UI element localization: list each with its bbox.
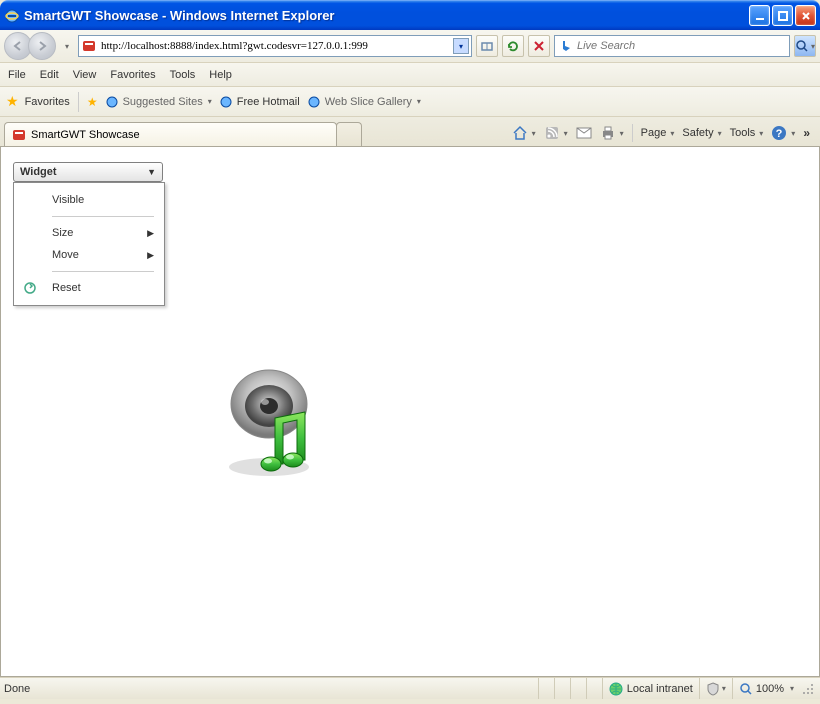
svg-text:?: ? (776, 128, 783, 140)
zone-label: Local intranet (627, 683, 693, 695)
reset-icon (22, 280, 38, 296)
favorites-button-label[interactable]: Favorites (25, 96, 70, 108)
web-slice-link[interactable]: Web Slice Gallery ▾ (306, 94, 421, 110)
menu-favorites[interactable]: Favorites (110, 69, 155, 81)
navigation-toolbar: ▾ ▾ ▾ (0, 30, 820, 63)
submenu-arrow-icon: ▶ (147, 228, 154, 239)
command-bar: ▾ ▾ ▾ Page▾ Safety▾ Tools▾ ?▾ » (362, 124, 816, 146)
close-button[interactable] (795, 5, 816, 26)
tab-strip: SmartGWT Showcase ▾ ▾ ▾ Page▾ Safety▾ To… (0, 117, 820, 147)
page-content: Widget ▼ Visible Size▶ Move▶ Reset (0, 147, 820, 677)
ie-page-icon (218, 94, 234, 110)
favorites-bar: ★ Favorites ★ Suggested Sites ▾ Free Hot… (0, 87, 820, 117)
feeds-button[interactable]: ▾ (544, 125, 568, 141)
widget-menu-visible[interactable]: Visible (14, 189, 164, 211)
page-menu[interactable]: Page▾ (641, 127, 675, 139)
window-titlebar: SmartGWT Showcase - Windows Internet Exp… (0, 0, 820, 30)
site-icon (11, 127, 27, 143)
menu-edit[interactable]: Edit (40, 69, 59, 81)
search-input[interactable] (577, 40, 785, 52)
url-input[interactable] (101, 37, 449, 55)
tools-menu[interactable]: Tools▾ (730, 127, 764, 139)
widget-button-label: Widget (20, 166, 57, 178)
stop-button[interactable] (528, 35, 550, 57)
nav-history-dropdown[interactable]: ▾ (60, 42, 74, 51)
submenu-arrow-icon: ▶ (147, 250, 154, 261)
search-go-button[interactable]: ▾ (794, 35, 816, 57)
menu-bar: File Edit View Favorites Tools Help (0, 63, 820, 87)
forward-button[interactable] (28, 32, 56, 60)
bing-icon (559, 39, 573, 53)
maximize-button[interactable] (772, 5, 793, 26)
zoom-value: 100% (756, 683, 784, 695)
status-pane (538, 678, 554, 699)
media-graphic (221, 362, 321, 482)
menu-divider (52, 216, 154, 217)
compatibility-button[interactable] (476, 35, 498, 57)
overflow-chevron-icon[interactable]: » (803, 126, 810, 140)
widget-menu-move[interactable]: Move▶ (14, 244, 164, 266)
home-button[interactable]: ▾ (512, 125, 536, 141)
suggested-sites-link[interactable]: Suggested Sites ▾ (104, 94, 212, 110)
status-bar: Done Local intranet ▾ 100% ▾ (0, 677, 820, 699)
ie-app-icon (4, 8, 20, 24)
security-zone[interactable]: Local intranet (602, 678, 699, 699)
widget-menu-reset[interactable]: Reset (14, 277, 164, 299)
chevron-down-icon: ▼ (147, 167, 156, 177)
readmail-button[interactable] (576, 127, 592, 139)
site-icon (81, 38, 97, 54)
widget-menu-size[interactable]: Size▶ (14, 222, 164, 244)
menu-file[interactable]: File (8, 69, 26, 81)
status-pane (570, 678, 586, 699)
url-dropdown-icon[interactable]: ▾ (453, 38, 469, 54)
chevron-down-icon[interactable]: ▾ (208, 97, 212, 106)
help-button[interactable]: ?▾ (771, 125, 795, 141)
status-text: Done (4, 683, 38, 695)
status-pane (586, 678, 602, 699)
free-hotmail-link[interactable]: Free Hotmail (218, 94, 300, 110)
browser-tab[interactable]: SmartGWT Showcase (4, 122, 337, 146)
address-bar[interactable]: ▾ (78, 35, 472, 57)
free-hotmail-label: Free Hotmail (237, 96, 300, 108)
ie-page-icon (306, 94, 322, 110)
safety-menu[interactable]: Safety▾ (682, 127, 721, 139)
menu-help[interactable]: Help (209, 69, 232, 81)
zoom-control[interactable]: 100% ▾ (732, 678, 800, 699)
protected-mode[interactable]: ▾ (699, 678, 732, 699)
widget-dropdown-button[interactable]: Widget ▼ (13, 162, 163, 182)
refresh-button[interactable] (502, 35, 524, 57)
menu-view[interactable]: View (73, 69, 97, 81)
search-bar[interactable] (554, 35, 790, 57)
separator (632, 124, 633, 142)
menu-tools[interactable]: Tools (170, 69, 196, 81)
print-button[interactable]: ▾ (600, 125, 624, 141)
add-favorite-icon[interactable]: ★ (87, 95, 98, 109)
favorites-star-icon[interactable]: ★ (6, 93, 19, 110)
minimize-button[interactable] (749, 5, 770, 26)
new-tab-button[interactable] (336, 122, 362, 146)
web-slice-label: Web Slice Gallery (325, 96, 412, 108)
tab-title: SmartGWT Showcase (31, 129, 140, 141)
widget-menu: Visible Size▶ Move▶ Reset (13, 182, 165, 306)
suggested-sites-label: Suggested Sites (123, 96, 203, 108)
chevron-down-icon[interactable]: ▾ (417, 97, 421, 106)
status-pane (554, 678, 570, 699)
menu-divider (52, 271, 154, 272)
resize-grip[interactable] (800, 681, 816, 697)
separator (78, 92, 79, 112)
window-title: SmartGWT Showcase - Windows Internet Exp… (24, 8, 749, 23)
ie-page-icon (104, 94, 120, 110)
chevron-down-icon: ▾ (811, 42, 815, 51)
